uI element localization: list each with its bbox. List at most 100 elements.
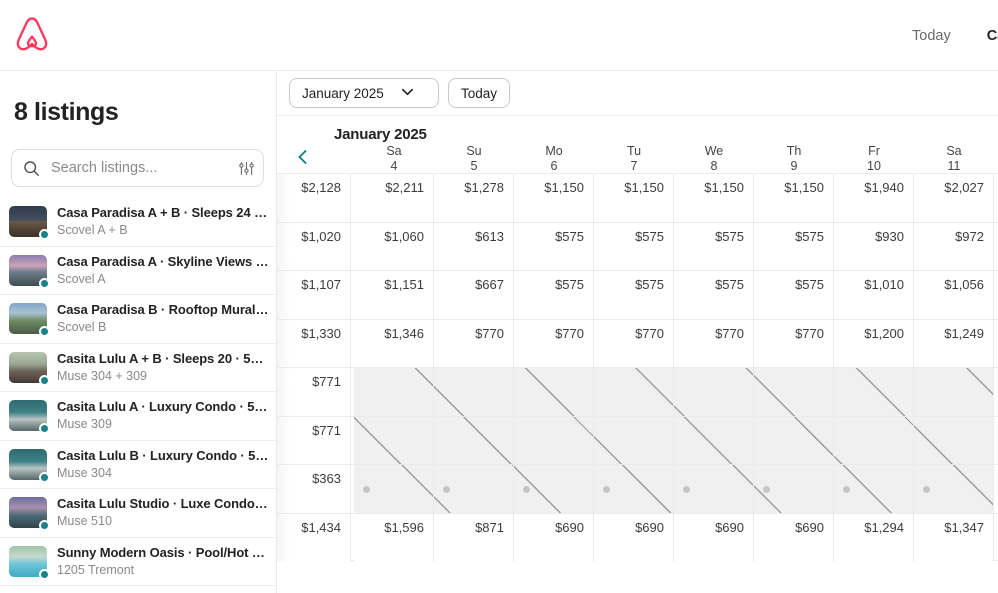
calendar-cell-price[interactable]: $690 — [674, 513, 754, 562]
calendar-cell-blocked[interactable] — [834, 368, 914, 417]
cell-price-label: $771 — [312, 374, 341, 389]
calendar-cell-price[interactable]: $1,200 — [834, 319, 914, 368]
calendar-cell-price[interactable]: $1,330 — [277, 319, 351, 368]
calendar-cell-blocked[interactable] — [594, 368, 674, 417]
month-select[interactable]: January 2025 — [289, 78, 439, 108]
calendar-cell-price[interactable]: $1,150 — [674, 174, 754, 223]
calendar-cell-price[interactable]: $690 — [514, 513, 594, 562]
day-column-headers: Sa 4 Su 5 Mo 6 Tu 7 We 8 Th 9 Fr 10 Sa 11 — [277, 144, 998, 173]
calendar-cell-price[interactable]: $771 — [277, 416, 351, 465]
calendar-cell-blocked[interactable] — [354, 416, 434, 465]
calendar-cell-price[interactable]: $930 — [834, 222, 914, 271]
calendar-cell-price[interactable]: $770 — [754, 319, 834, 368]
calendar-cell-price[interactable]: $575 — [514, 271, 594, 320]
day-number-label: 5 — [470, 159, 478, 173]
nav-item-today[interactable]: Today — [912, 28, 951, 44]
calendar-cell-price[interactable]: $1,596 — [354, 513, 434, 562]
price-grid-row: $1,330 $1,346 $770 $770 $770 $770 $770 $1,200 $1… — [277, 318, 998, 368]
calendar-cell-blocked[interactable] — [354, 465, 434, 514]
calendar-cell-price[interactable]: $613 — [434, 222, 514, 271]
calendar-cell-price[interactable]: $1,278 — [434, 174, 514, 223]
listing-row[interactable]: Casa Paradisa B · Rooftop Mural · 5... Sc… — [0, 295, 276, 344]
calendar-cell-price[interactable]: $1,010 — [834, 271, 914, 320]
calendar-cell-price[interactable]: $1,150 — [594, 174, 674, 223]
calendar-cell-price[interactable]: $1,347 — [914, 513, 994, 562]
calendar-cell-blocked[interactable] — [914, 368, 994, 417]
calendar-cell-price[interactable]: $575 — [754, 271, 834, 320]
listing-row[interactable]: Casita Lulu Studio · Luxe Condo w/ ... Mu… — [0, 489, 276, 538]
calendar-cell-blocked[interactable] — [754, 416, 834, 465]
airbnb-logo-icon[interactable] — [14, 16, 50, 54]
calendar-cell-price[interactable]: $771 — [277, 368, 351, 417]
calendar-cell-price[interactable]: $575 — [514, 222, 594, 271]
cell-price-label: $2,211 — [385, 180, 424, 195]
calendar-cell-price[interactable]: $2,128 — [277, 174, 351, 223]
cell-price-label: $1,330 — [301, 325, 341, 341]
calendar-cell-price[interactable]: $690 — [754, 513, 834, 562]
calendar-cell-price[interactable]: $770 — [514, 319, 594, 368]
calendar-cell-blocked[interactable] — [914, 416, 994, 465]
listing-row[interactable]: Casita Lulu B · Luxury Condo · 5min ... M… — [0, 441, 276, 489]
calendar-cell-price[interactable]: $1,346 — [354, 319, 434, 368]
calendar-cell-price[interactable]: $575 — [594, 222, 674, 271]
calendar-cell-price[interactable]: $1,294 — [834, 513, 914, 562]
listing-thumbnail — [9, 254, 50, 289]
calendar-cell-price[interactable]: $575 — [594, 271, 674, 320]
today-button[interactable]: Today — [448, 78, 511, 108]
calendar-cell-price[interactable]: $1,060 — [354, 222, 434, 271]
nav-item-calendar[interactable]: Ca — [987, 28, 998, 44]
calendar-cell-price[interactable]: $1,249 — [914, 319, 994, 368]
calendar-cell-blocked[interactable] — [514, 368, 594, 417]
calendar-cell-price[interactable]: $1,056 — [914, 271, 994, 320]
calendar-cell-price[interactable]: $667 — [434, 271, 514, 320]
calendar-cell-blocked[interactable] — [914, 465, 994, 514]
calendar-cell-blocked[interactable] — [754, 465, 834, 514]
listing-row[interactable]: Casita Lulu A + B · Sleeps 20 · 5min t..… — [0, 344, 276, 392]
calendar-cell-blocked[interactable] — [514, 465, 594, 514]
calendar-cell-price[interactable]: $575 — [674, 222, 754, 271]
calendar-cell-price[interactable]: $770 — [674, 319, 754, 368]
calendar-cell-price[interactable]: $690 — [594, 513, 674, 562]
calendar-cell-blocked[interactable] — [354, 368, 434, 417]
calendar-cell-price[interactable]: $1,150 — [754, 174, 834, 223]
cell-price-label: $1,056 — [944, 277, 984, 292]
listing-row[interactable]: Casita Lulu A · Luxury Condo · 5min... Mu… — [0, 392, 276, 441]
calendar-cell-price[interactable]: $363 — [277, 465, 351, 514]
calendar-cell-blocked[interactable] — [594, 416, 674, 465]
cell-price-label: $1,020 — [301, 228, 341, 244]
calendar-cell-blocked[interactable] — [674, 368, 754, 417]
calendar-cell-price[interactable]: $1,150 — [514, 174, 594, 223]
listing-row[interactable]: Sunny Modern Oasis · Pool/Hot Tub... 1205… — [0, 538, 276, 586]
calendar-cell-price[interactable]: $972 — [914, 222, 994, 271]
calendar-cell-blocked[interactable] — [434, 416, 514, 465]
calendar-cell-price[interactable]: $1,020 — [277, 222, 351, 271]
day-column-header: Fr 10 — [834, 144, 914, 174]
calendar-cell-blocked[interactable] — [754, 368, 834, 417]
listing-row[interactable]: Casa Paradisa A + B · Sleeps 24 · 5m... S… — [0, 198, 276, 247]
calendar-cell-blocked[interactable] — [834, 465, 914, 514]
listing-row[interactable]: Casa Paradisa A · Skyline Views · 5... Sc… — [0, 247, 276, 295]
calendar-cell-price[interactable]: $871 — [434, 513, 514, 562]
calendar-cell-blocked[interactable] — [514, 416, 594, 465]
search-input[interactable] — [51, 160, 238, 176]
calendar-cell-price[interactable]: $2,211 — [354, 174, 434, 223]
calendar-cell-blocked[interactable] — [834, 416, 914, 465]
calendar-cell-blocked[interactable] — [674, 416, 754, 465]
cell-note-dot-icon — [443, 486, 450, 493]
calendar-cell-price[interactable]: $1,434 — [277, 513, 351, 562]
calendar-cell-price[interactable]: $770 — [594, 319, 674, 368]
filter-sliders-icon[interactable] — [238, 160, 255, 177]
calendar-cell-blocked[interactable] — [434, 368, 514, 417]
search-listings-box[interactable] — [11, 149, 264, 187]
listing-thumbnail — [9, 351, 50, 386]
calendar-cell-price[interactable]: $1,151 — [354, 271, 434, 320]
calendar-cell-blocked[interactable] — [674, 465, 754, 514]
calendar-cell-price[interactable]: $575 — [754, 222, 834, 271]
calendar-cell-price[interactable]: $1,107 — [277, 271, 351, 320]
calendar-cell-price[interactable]: $770 — [434, 319, 514, 368]
calendar-cell-blocked[interactable] — [594, 465, 674, 514]
calendar-cell-price[interactable]: $575 — [674, 271, 754, 320]
calendar-cell-price[interactable]: $2,027 — [914, 174, 994, 223]
calendar-cell-price[interactable]: $1,940 — [834, 174, 914, 223]
calendar-cell-blocked[interactable] — [434, 465, 514, 514]
